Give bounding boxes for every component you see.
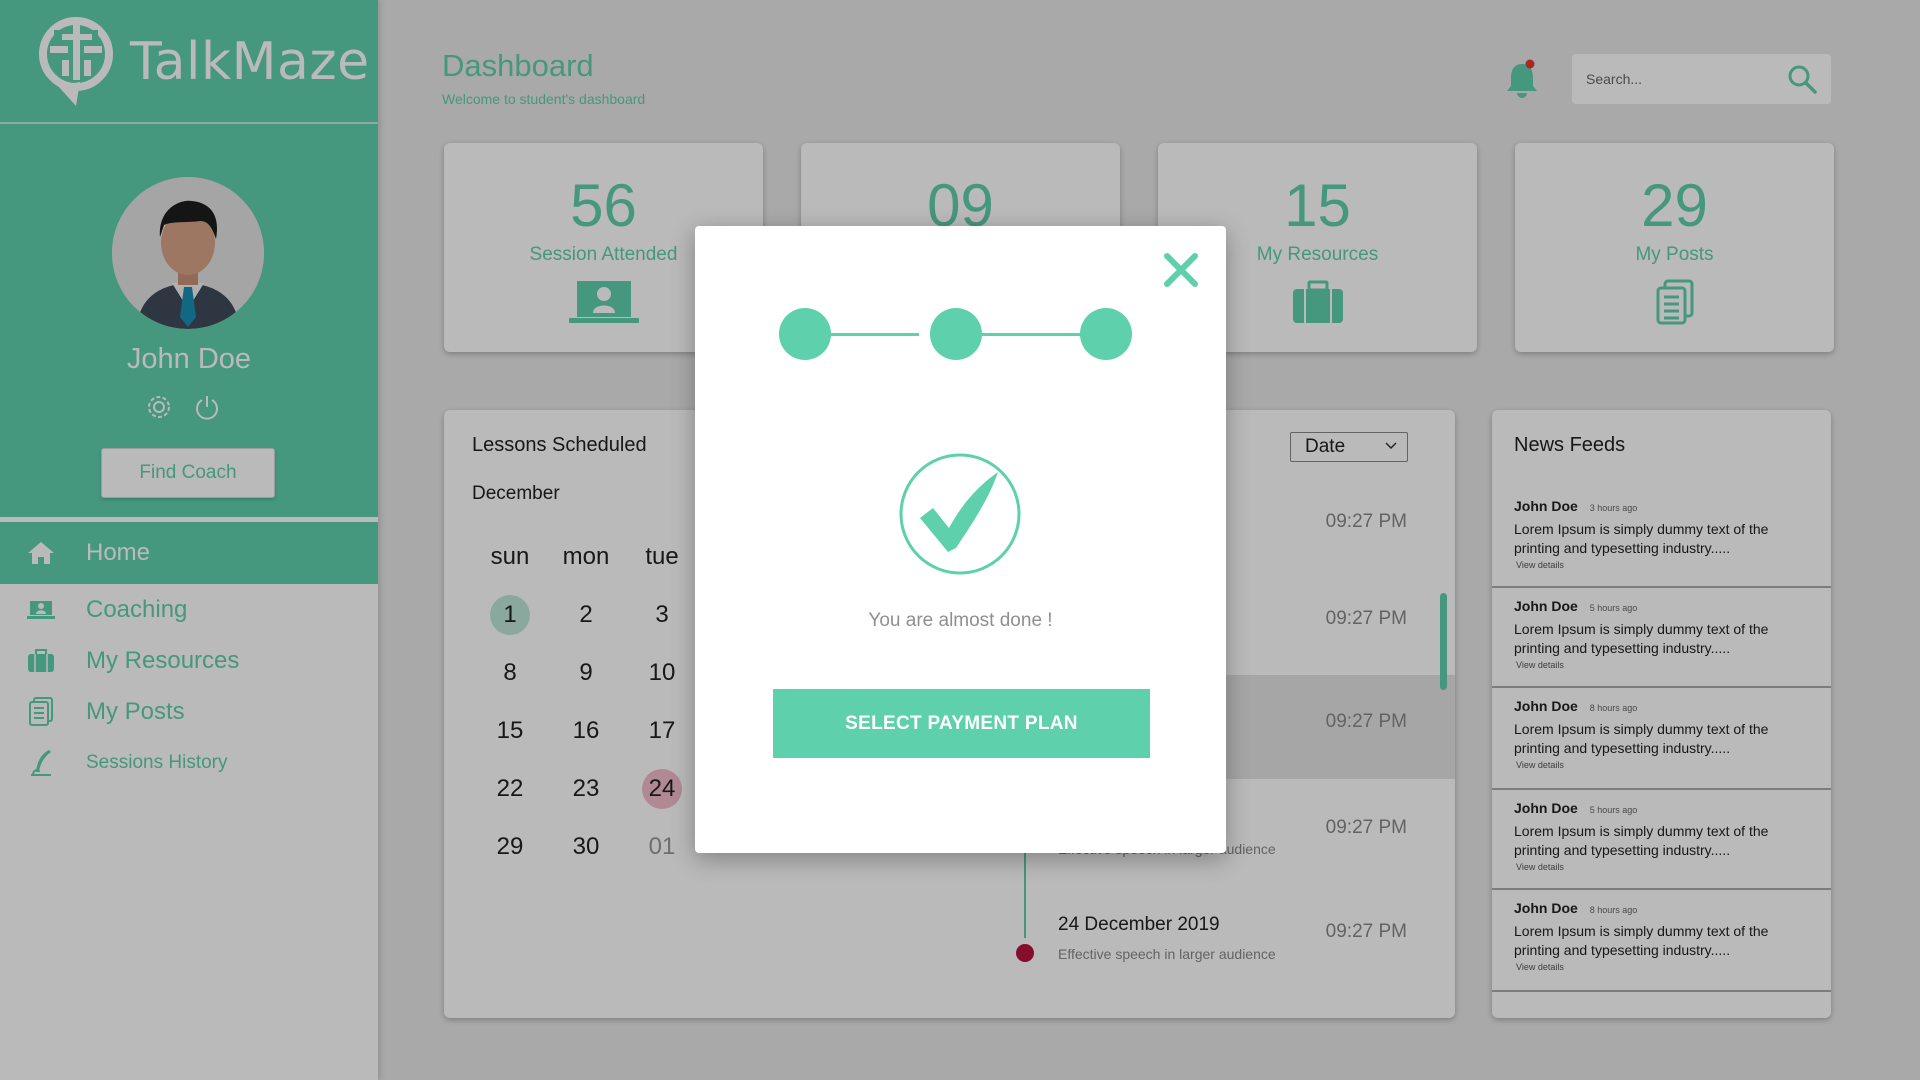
payment-modal: You are almost done ! SELECT PAYMENT PLA…: [695, 226, 1226, 853]
step-dot-3: [1080, 308, 1132, 360]
select-payment-plan-button[interactable]: SELECT PAYMENT PLAN: [773, 689, 1150, 758]
progress-stepper: [779, 308, 1146, 360]
checkmark-icon: [899, 453, 1021, 575]
step-connector: [969, 333, 1089, 336]
modal-message: You are almost done !: [868, 610, 1053, 631]
step-dot-2: [930, 308, 982, 360]
step-dot-1: [779, 308, 831, 360]
close-icon[interactable]: [1161, 250, 1201, 290]
step-connector: [819, 333, 919, 336]
